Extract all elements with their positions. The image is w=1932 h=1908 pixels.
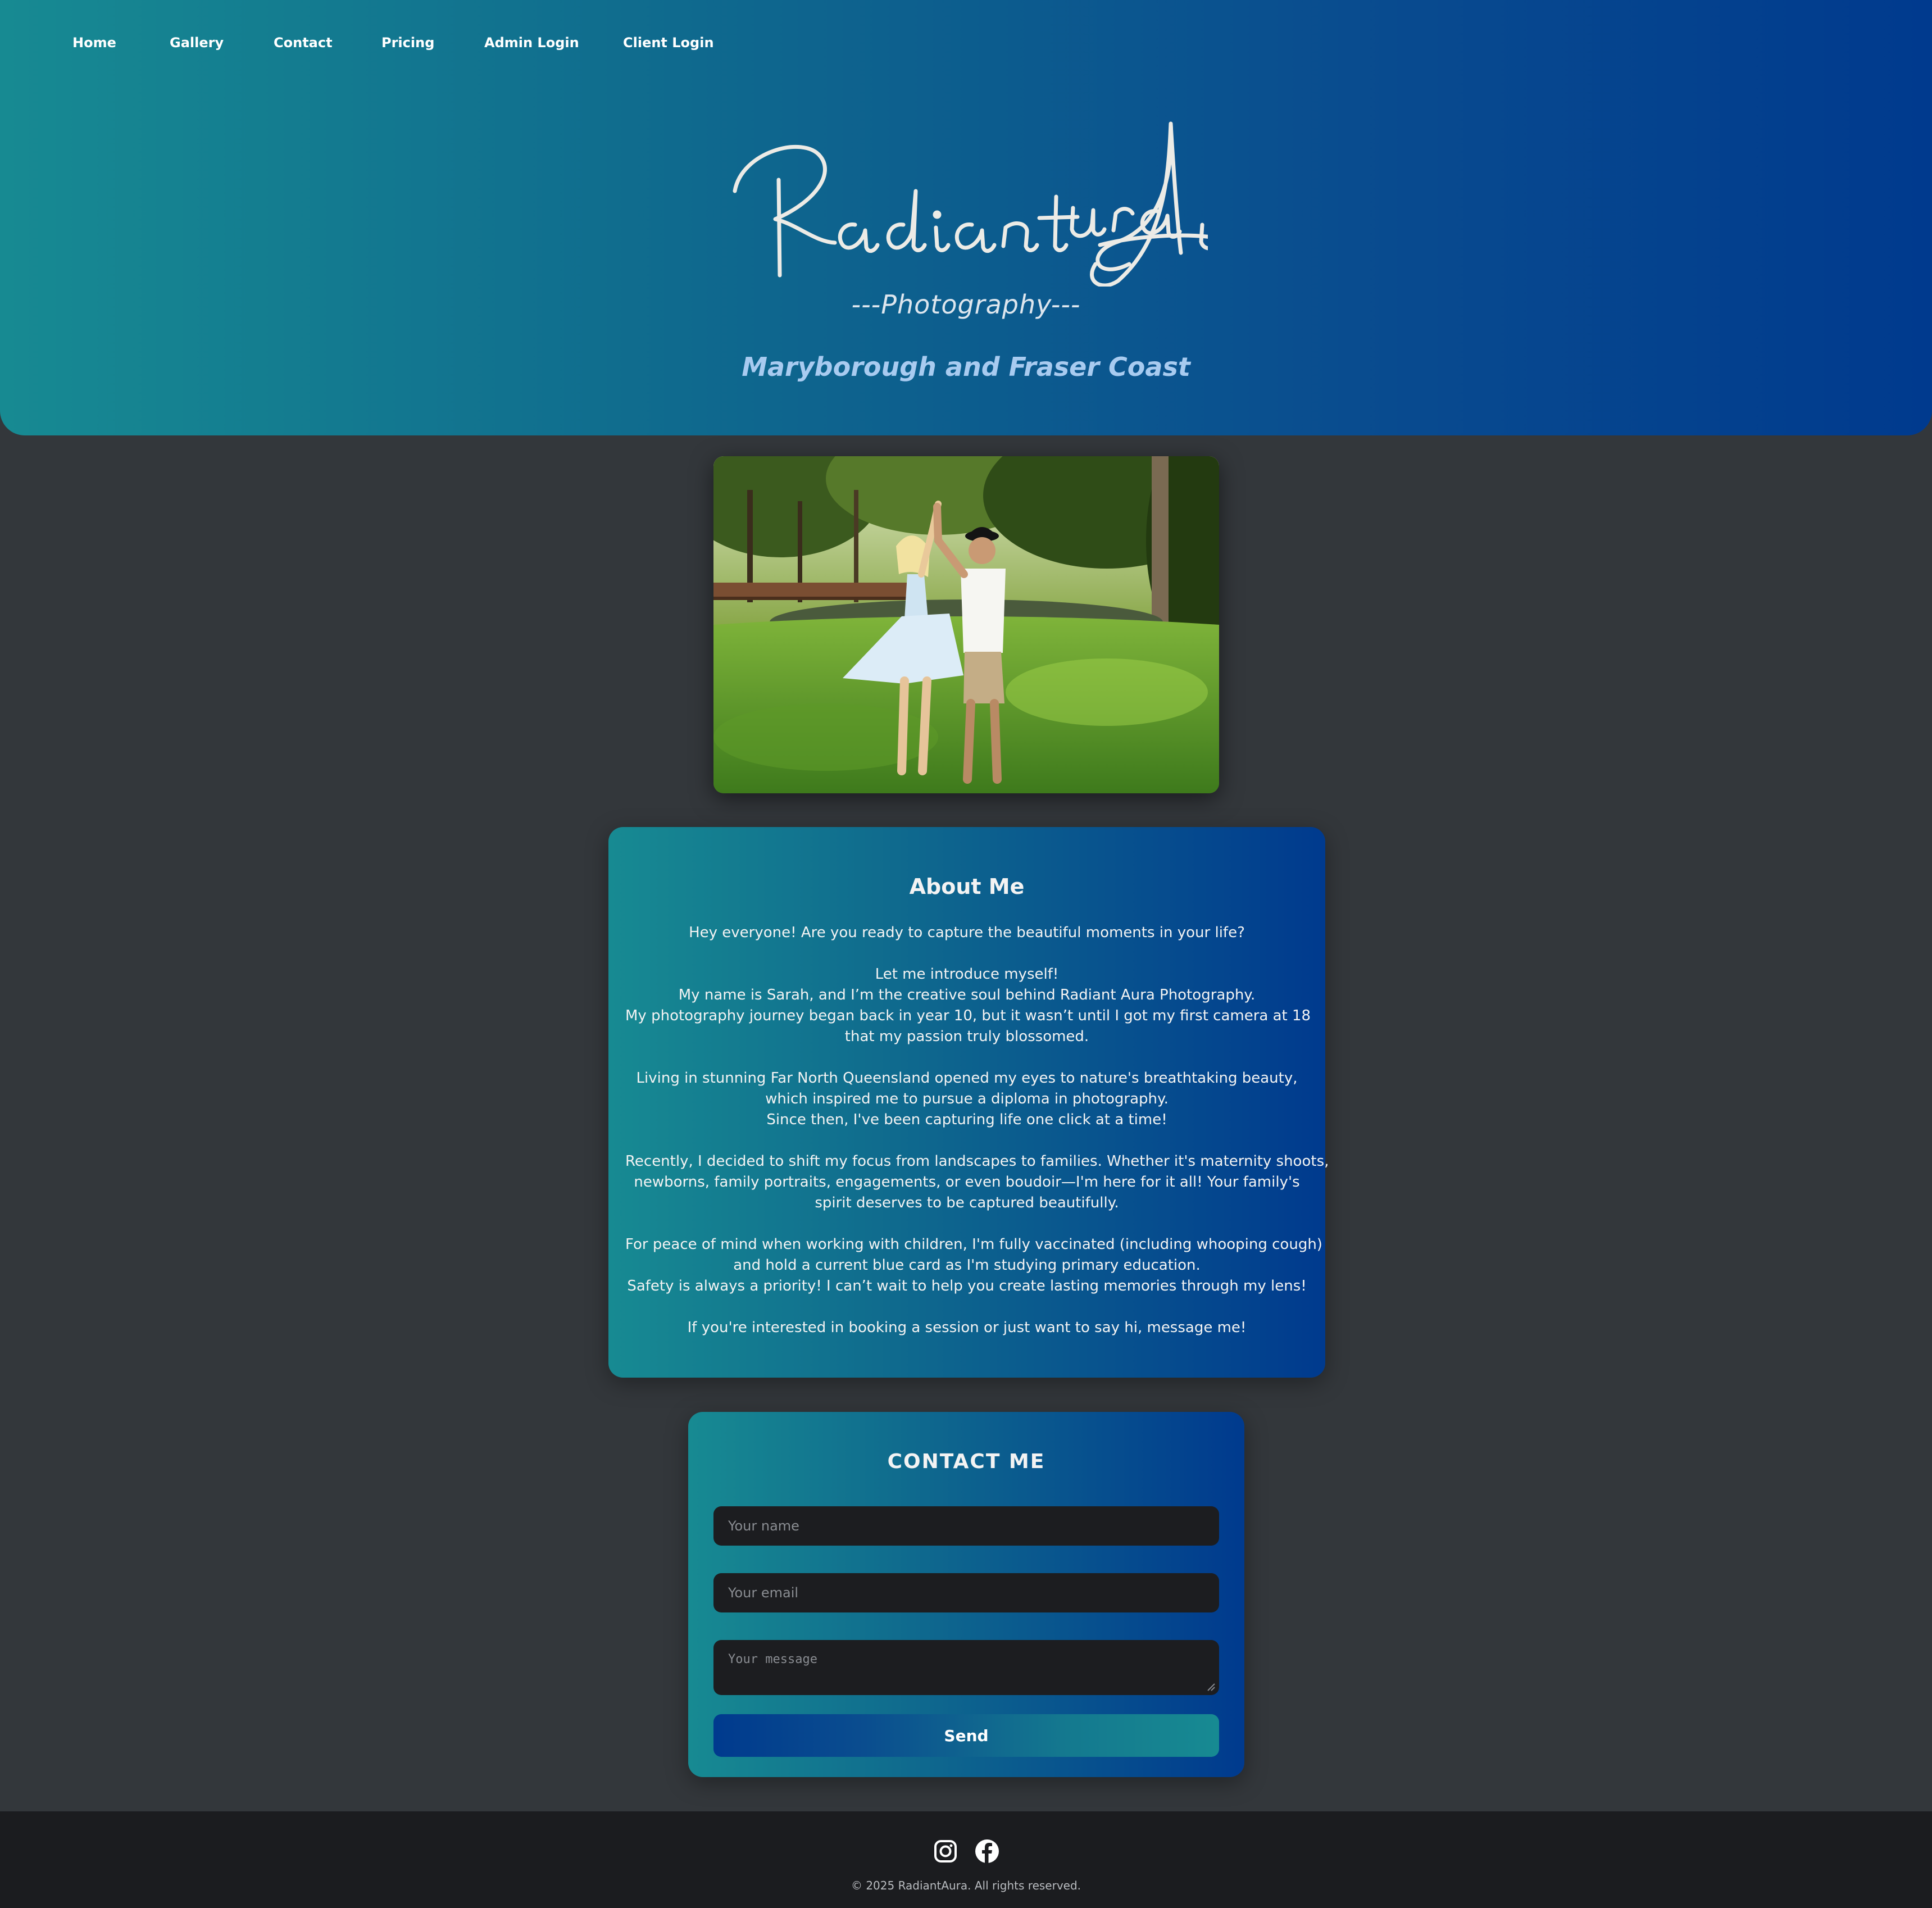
about-paragraph: For peace of mind when working with chil… [625,1234,1322,1297]
couple-dancing-photo-icon [713,456,1219,793]
about-line: newborns, family portraits, engagements,… [634,1174,1300,1191]
email-field[interactable] [713,1573,1219,1612]
name-field[interactable] [713,1506,1219,1546]
message-field[interactable] [713,1640,1219,1695]
resize-grip-icon[interactable] [1206,1682,1216,1692]
about-line: Safety is always a priority! I can’t wai… [627,1278,1307,1294]
about-line: Recently, I decided to shift my focus fr… [625,1153,1329,1170]
nav-admin-login[interactable]: Admin Login [484,33,579,53]
about-paragraph: If you're interested in booking a sessio… [625,1318,1308,1338]
about-line: Let me introduce myself! [875,966,1059,983]
site-footer: © 2025 RadiantAura. All rights reserved. [0,1811,1932,1908]
about-line: My photography journey began back in yea… [625,1007,1311,1024]
instagram-icon[interactable] [933,1838,958,1864]
site-header: Home Gallery Contact Pricing Admin Login… [0,0,1932,435]
nav-client-login[interactable]: Client Login [623,33,714,53]
copyright-text: © 2025 RadiantAura. All rights reserved. [851,1879,1081,1892]
hero-photo [713,456,1219,793]
nav-home[interactable]: Home [72,33,116,53]
about-section: About Me Hey everyone! Are you ready to … [608,827,1329,1378]
about-paragraph: Recently, I decided to shift my focus fr… [625,1151,1329,1214]
about-paragraph: Let me introduce myself! My name is Sara… [625,964,1311,1047]
logo-script-tail [1070,206,1182,239]
about-line: Living in stunning Far North Queensland … [636,1070,1298,1087]
about-line: spirit deserves to be captured beautiful… [815,1194,1119,1211]
about-line: My name is Sarah, and I’m the creative s… [678,987,1256,1003]
logo-subtitle: ---Photography--- [851,289,1081,320]
nav-pricing[interactable]: Pricing [381,33,434,53]
about-body: Hey everyone! Are you ready to capture t… [625,923,1329,1359]
send-button[interactable]: Send [713,1714,1219,1757]
nav-gallery[interactable]: Gallery [170,33,224,53]
about-line: Since then, I've been capturing life one… [766,1111,1167,1128]
about-paragraph: Hey everyone! Are you ready to capture t… [625,923,1308,943]
location-tagline: Maryborough and Fraser Coast [742,352,1190,382]
about-line: Hey everyone! Are you ready to capture t… [689,924,1245,941]
about-line: and hold a current blue card as I'm stud… [733,1257,1201,1274]
facebook-icon[interactable] [974,1838,1000,1864]
about-paragraph: Living in stunning Far North Queensland … [625,1068,1308,1130]
contact-title: CONTACT ME [887,1450,1045,1473]
about-line: that my passion truly blossomed. [844,1028,1089,1045]
about-line: For peace of mind when working with chil… [625,1236,1322,1253]
about-title: About Me [909,874,1025,899]
nav-contact[interactable]: Contact [274,33,333,53]
contact-form-card: CONTACT ME Send [688,1412,1244,1777]
about-line: which inspired me to pursue a diploma in… [765,1091,1169,1107]
about-line: If you're interested in booking a sessio… [687,1319,1247,1336]
social-links [933,1838,1000,1866]
